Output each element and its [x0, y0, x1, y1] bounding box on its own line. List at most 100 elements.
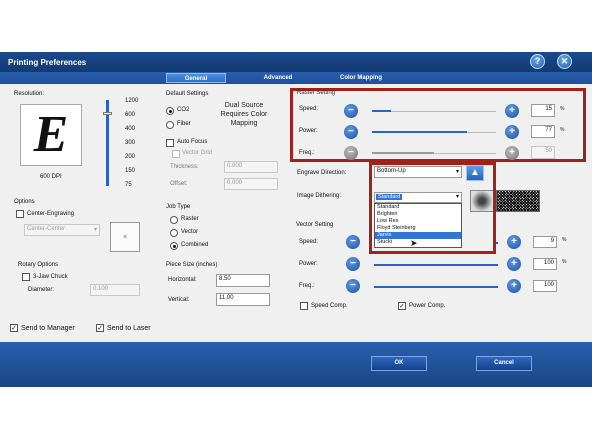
cancel-button[interactable]: Cancel: [476, 356, 532, 371]
help-icon: ?: [534, 56, 541, 66]
fiber-label: Fiber: [177, 121, 191, 127]
dual-source-note: Dual Source Requires Color Mapping: [220, 102, 268, 127]
auto-focus-label: Auto Focus: [177, 139, 208, 145]
minus-icon: −: [350, 280, 356, 291]
raster-speed-label: Speed:: [299, 106, 319, 112]
vector-setting-title: Vector Setting: [296, 222, 334, 228]
chevron-down-icon: ▾: [455, 169, 459, 175]
close-button[interactable]: ✕: [557, 54, 572, 69]
dithering-option-stucki[interactable]: Stucki: [375, 239, 461, 246]
resolution-ticks: 1200 600 400 300 200 150 75: [117, 98, 147, 190]
vector-speed-decrease-button[interactable]: −: [346, 235, 360, 249]
ok-button[interactable]: OK: [371, 356, 427, 371]
diameter-input[interactable]: 0.100: [90, 284, 140, 296]
send-to-laser-checkbox[interactable]: ✓: [96, 324, 104, 332]
auto-focus-checkbox[interactable]: [166, 139, 174, 147]
vector-speed-input[interactable]: 9: [533, 236, 557, 248]
vector-freq-decrease-button[interactable]: −: [346, 279, 360, 293]
vector-freq-increase-button[interactable]: +: [507, 279, 521, 293]
resolution-slider-handle[interactable]: [103, 112, 112, 115]
thickness-input[interactable]: 0.000: [224, 161, 278, 173]
center-position-select[interactable]: Center-Center ▾: [24, 224, 100, 236]
raster-power-increase-button[interactable]: +: [505, 125, 519, 139]
dithering-option-standard[interactable]: Standard: [375, 204, 461, 211]
vector-speed-increase-button[interactable]: +: [507, 235, 521, 249]
tab-color-mapping[interactable]: Color Mapping: [330, 73, 392, 83]
resolution-tick-400: 400: [125, 126, 136, 132]
horizontal-input[interactable]: 8.50: [216, 274, 270, 287]
vector-freq-slider-fill[interactable]: [374, 286, 498, 288]
three-jaw-chuck-checkbox[interactable]: [22, 273, 30, 281]
center-position-grid[interactable]: ×: [110, 222, 140, 252]
resolution-tick-300: 300: [125, 140, 136, 146]
image-dithering-dropdown: Standard Brighten Low Res Floyd Steinber…: [374, 203, 462, 248]
vector-radio[interactable]: [170, 229, 178, 237]
resolution-title: Resolution:: [14, 91, 45, 97]
raster-speed-percent: %: [560, 106, 565, 112]
raster-speed-decrease-button[interactable]: −: [344, 104, 358, 118]
arrow-up-icon: ▲: [470, 167, 480, 178]
help-button[interactable]: ?: [530, 54, 545, 69]
combined-label: Combined: [181, 242, 209, 248]
tab-advanced[interactable]: Advanced: [250, 73, 306, 83]
co2-radio[interactable]: [166, 107, 174, 115]
vector-power-increase-button[interactable]: +: [507, 257, 521, 271]
tab-general[interactable]: General: [166, 73, 226, 83]
engrave-direction-select[interactable]: Bottom-Up ▾: [374, 166, 462, 178]
raster-freq-decrease-button[interactable]: −: [344, 146, 358, 160]
vector-power-percent: %: [562, 259, 567, 265]
vertical-input[interactable]: 11.00: [216, 293, 270, 306]
dithering-option-floyd-steinberg[interactable]: Floyd Steinberg: [375, 225, 461, 232]
vector-power-slider-fill[interactable]: [374, 264, 498, 266]
raster-power-label: Power:: [299, 128, 318, 134]
title-bar: [0, 52, 592, 72]
image-dithering-select[interactable]: Standard ▾: [374, 192, 462, 203]
offset-input[interactable]: 0.000: [224, 178, 278, 190]
raster-freq-slider-fill[interactable]: [372, 152, 434, 154]
raster-speed-input[interactable]: 15: [531, 104, 555, 117]
minus-icon: −: [348, 105, 354, 116]
three-jaw-chuck-label: 3-Jaw Chuck: [33, 274, 68, 280]
vector-speed-slider-fill[interactable]: [496, 242, 498, 244]
default-settings-title: Default Settings: [166, 91, 209, 97]
vector-freq-label: Freq.:: [299, 283, 315, 289]
vector-power-input[interactable]: 100: [533, 258, 557, 270]
vector-freq-input[interactable]: 100: [533, 280, 557, 292]
raster-speed-slider-fill[interactable]: [372, 110, 391, 112]
plus-icon: +: [509, 147, 515, 158]
vector-grid-checkbox[interactable]: [172, 150, 180, 158]
combined-radio[interactable]: [170, 242, 178, 250]
raster-power-slider-fill[interactable]: [372, 131, 467, 133]
raster-speed-increase-button[interactable]: +: [505, 104, 519, 118]
dithering-option-jarvis[interactable]: Jarvis: [375, 232, 461, 239]
center-engraving-checkbox[interactable]: [16, 210, 24, 218]
plus-icon: +: [511, 280, 517, 291]
speed-comp-checkbox[interactable]: [300, 302, 308, 310]
raster-radio[interactable]: [170, 216, 178, 224]
dithering-option-brighten[interactable]: Brighten: [375, 211, 461, 218]
plus-icon: +: [511, 236, 517, 247]
dither-preview: [496, 190, 540, 212]
resolution-value: 600 DPI: [40, 174, 62, 180]
raster-power-decrease-button[interactable]: −: [344, 125, 358, 139]
raster-power-percent: %: [560, 127, 565, 133]
raster-freq-increase-button[interactable]: +: [505, 146, 519, 160]
engrave-direction-up-button[interactable]: ▲: [466, 165, 484, 181]
dithering-option-low-res[interactable]: Low Res: [375, 218, 461, 225]
diameter-label: Diameter:: [28, 287, 55, 293]
job-type-title: Job Type: [166, 204, 191, 210]
piece-size-title: Piece Size (inches): [166, 262, 218, 268]
power-comp-checkbox[interactable]: ✓: [398, 302, 406, 310]
close-icon: ✕: [560, 56, 569, 66]
thickness-label: Thickness:: [170, 164, 199, 170]
vector-power-decrease-button[interactable]: −: [346, 257, 360, 271]
engrave-direction-value: Bottom-Up: [377, 168, 406, 174]
vector-label: Vector: [181, 229, 199, 235]
raster-freq-input[interactable]: 50: [531, 146, 555, 159]
fiber-radio[interactable]: [166, 121, 174, 129]
image-dithering-label: Image Dithering:: [297, 193, 342, 199]
raster-power-input[interactable]: 77: [531, 125, 555, 138]
send-to-manager-checkbox[interactable]: ✓: [10, 324, 18, 332]
minus-icon: −: [350, 236, 356, 247]
rotary-options-title: Rotary Options: [18, 262, 59, 268]
